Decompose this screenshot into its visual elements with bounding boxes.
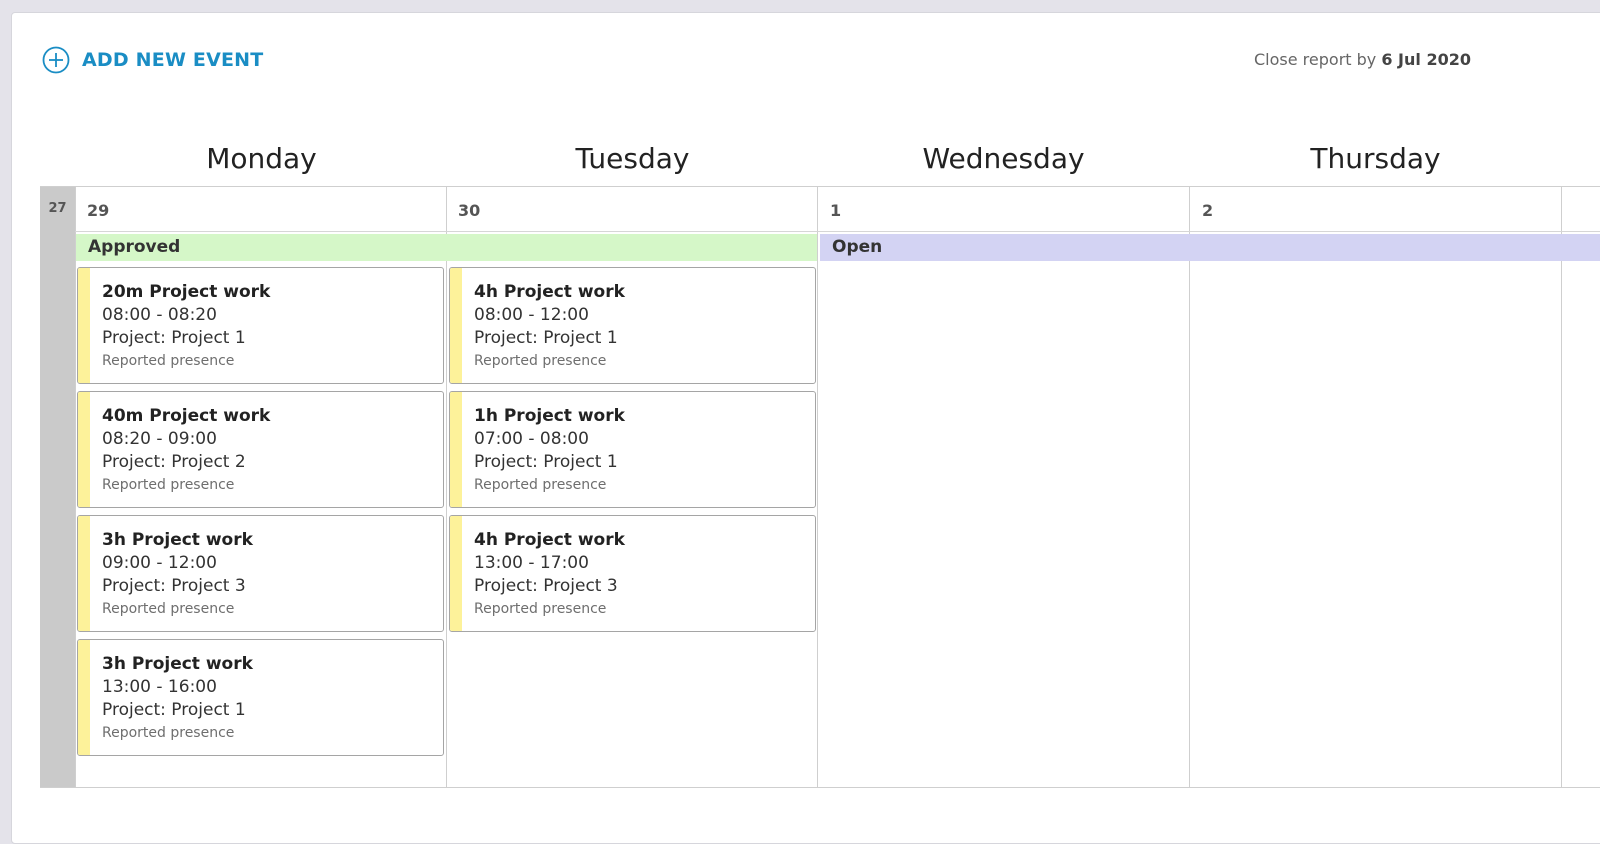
event-project: Project: Project 3 [102, 576, 246, 596]
event-status-stripe [450, 392, 462, 507]
event-time: 08:00 - 08:20 [102, 305, 217, 325]
date-monday[interactable]: 29 [87, 201, 109, 220]
event-title: 3h Project work [102, 530, 253, 550]
event-title: 40m Project work [102, 406, 271, 426]
event-time: 08:00 - 12:00 [474, 305, 589, 325]
close-report-date: 6 Jul 2020 [1381, 50, 1471, 69]
event-status-stripe [78, 392, 90, 507]
date-thursday[interactable]: 2 [1202, 201, 1213, 220]
event-project: Project: Project 1 [474, 328, 618, 348]
event-card[interactable]: 1h Project work 07:00 - 08:00 Project: P… [449, 391, 816, 508]
event-title: 4h Project work [474, 282, 625, 302]
day-header-monday: Monday [206, 142, 317, 175]
event-note: Reported presence [102, 477, 235, 493]
add-new-event-button[interactable]: ADD NEW EVENT [42, 46, 263, 74]
event-time: 13:00 - 16:00 [102, 677, 217, 697]
event-time: 13:00 - 17:00 [474, 553, 589, 573]
column-divider [446, 187, 447, 787]
day-header-wednesday: Wednesday [922, 142, 1085, 175]
event-project: Project: Project 3 [474, 576, 618, 596]
event-project: Project: Project 1 [102, 328, 246, 348]
week-grid: 27 29 30 1 2 Approved Open 20m Project w… [40, 186, 1600, 788]
day-header-tuesday: Tuesday [575, 142, 690, 175]
event-card[interactable]: 3h Project work 13:00 - 16:00 Project: P… [77, 639, 444, 756]
column-divider [1189, 187, 1190, 787]
event-status-stripe [78, 516, 90, 631]
event-card[interactable]: 20m Project work 08:00 - 08:20 Project: … [77, 267, 444, 384]
event-title: 4h Project work [474, 530, 625, 550]
event-status-stripe [450, 516, 462, 631]
event-note: Reported presence [474, 477, 607, 493]
event-title: 1h Project work [474, 406, 625, 426]
event-status-stripe [78, 268, 90, 383]
column-divider [75, 187, 76, 787]
event-status-stripe [450, 268, 462, 383]
date-tuesday[interactable]: 30 [458, 201, 480, 220]
close-report-deadline: Close report by 6 Jul 2020 [1254, 50, 1471, 69]
event-card[interactable]: 40m Project work 08:20 - 09:00 Project: … [77, 391, 444, 508]
event-time: 09:00 - 12:00 [102, 553, 217, 573]
status-bar-open: Open [820, 234, 1600, 261]
plus-circle-icon [42, 46, 70, 74]
event-card[interactable]: 3h Project work 09:00 - 12:00 Project: P… [77, 515, 444, 632]
event-title: 20m Project work [102, 282, 271, 302]
event-project: Project: Project 1 [474, 452, 618, 472]
status-approved-label: Approved [88, 237, 181, 257]
column-divider [817, 187, 818, 787]
event-note: Reported presence [474, 353, 607, 369]
status-open-label: Open [832, 237, 883, 257]
date-row-divider [75, 231, 1600, 232]
event-project: Project: Project 1 [102, 700, 246, 720]
event-title: 3h Project work [102, 654, 253, 674]
day-header-thursday: Thursday [1310, 142, 1441, 175]
column-divider [1561, 187, 1562, 787]
event-card[interactable]: 4h Project work 08:00 - 12:00 Project: P… [449, 267, 816, 384]
week-number-column: 27 [40, 187, 75, 787]
event-project: Project: Project 2 [102, 452, 246, 472]
date-wednesday[interactable]: 1 [830, 201, 841, 220]
event-note: Reported presence [102, 725, 235, 741]
event-time: 07:00 - 08:00 [474, 429, 589, 449]
week-number: 27 [48, 201, 67, 216]
event-note: Reported presence [102, 353, 235, 369]
status-bar-approved: Approved [76, 234, 817, 261]
event-status-stripe [78, 640, 90, 755]
event-note: Reported presence [102, 601, 235, 617]
event-card[interactable]: 4h Project work 13:00 - 17:00 Project: P… [449, 515, 816, 632]
close-report-prefix: Close report by [1254, 50, 1377, 69]
event-time: 08:20 - 09:00 [102, 429, 217, 449]
add-new-event-label: ADD NEW EVENT [82, 49, 264, 71]
event-note: Reported presence [474, 601, 607, 617]
